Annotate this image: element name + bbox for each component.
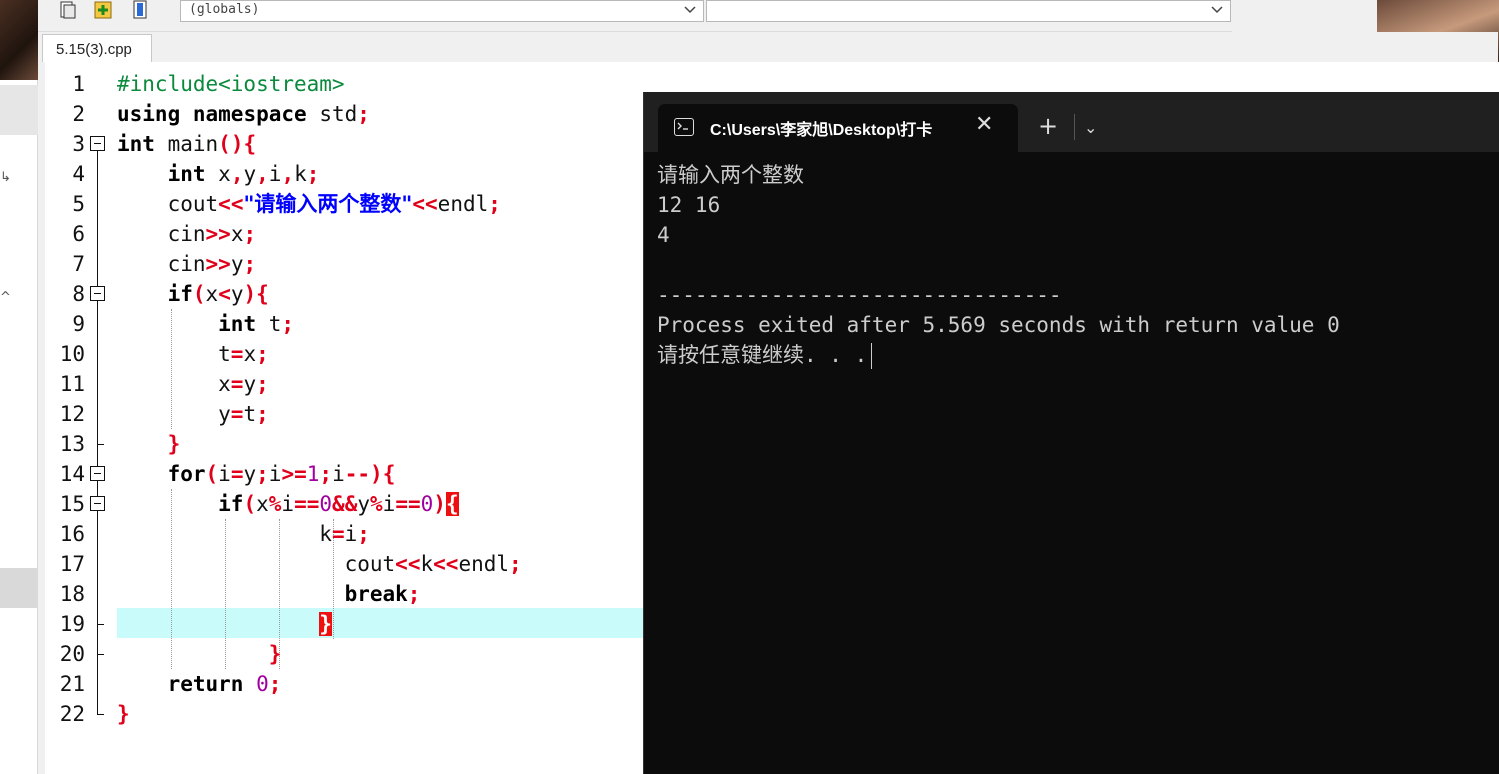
background-caret-icon: ^: [0, 290, 11, 305]
code-line[interactable]: }: [117, 429, 181, 459]
chevron-down-icon[interactable]: ⌄: [1084, 118, 1097, 137]
line-number: 6: [72, 222, 85, 246]
fold-end-tick: [97, 654, 104, 655]
fold-toggle-icon[interactable]: [90, 496, 105, 511]
bookmark-icon[interactable]: [128, 0, 152, 20]
line-number: 22: [59, 702, 85, 726]
line-number: 16: [59, 522, 85, 546]
project-icon[interactable]: [56, 0, 80, 20]
terminal-line: --------------------------------: [657, 283, 1062, 307]
background-window-strip: ↳ ^: [0, 0, 38, 774]
fold-guide: [97, 151, 98, 715]
line-number: 20: [59, 642, 85, 666]
line-number: 8: [72, 282, 85, 306]
fold-end-tick: [97, 624, 104, 625]
terminal-line: 4: [657, 223, 670, 247]
desktop: ↳ ^ (globals) 5.15(3).cpp 1 2 3 4 5 6 7 …: [0, 0, 1499, 774]
code-line[interactable]: using namespace std;: [117, 99, 370, 129]
text-cursor: [871, 343, 873, 369]
code-line[interactable]: if(x%i==0&&y%i==0){: [117, 489, 459, 519]
line-number: 2: [72, 102, 85, 126]
line-number: 15: [59, 492, 85, 516]
terminal-prompt-line: 请按任意键继续. . .: [657, 340, 1499, 370]
code-line[interactable]: }: [117, 699, 130, 729]
terminal-line: 请输入两个整数: [657, 163, 804, 187]
close-icon[interactable]: ✕: [975, 112, 993, 137]
line-number: 11: [59, 372, 85, 396]
chevron-down-icon: [1210, 3, 1224, 22]
terminal-line: 请按任意键继续. . .: [657, 343, 868, 367]
line-number: 21: [59, 672, 85, 696]
editor-tabbar: 5.15(3).cpp: [38, 32, 1498, 62]
background-arrow-icon: ↳: [0, 170, 11, 185]
code-line[interactable]: cin>>y;: [117, 249, 257, 279]
code-line[interactable]: }: [117, 639, 282, 669]
terminal-tab-title: C:\Users\李家旭\Desktop\打卡: [710, 122, 933, 139]
fold-end-tick: [97, 444, 104, 445]
code-line[interactable]: int main(){: [117, 129, 256, 159]
scope-combo[interactable]: (globals): [180, 0, 704, 22]
code-line[interactable]: int x,y,i,k;: [117, 159, 320, 189]
code-line[interactable]: cout<<k<<endl;: [117, 549, 522, 579]
terminal-titlebar: C:\Users\李家旭\Desktop\打卡 ✕ + ⌄: [644, 92, 1499, 152]
plus-icon[interactable]: +: [1038, 112, 1058, 140]
code-line[interactable]: y=t;: [117, 399, 269, 429]
code-line[interactable]: for(i=y;i>=1;i--){: [117, 459, 396, 489]
chevron-down-icon: [683, 3, 697, 22]
code-line[interactable]: cout<<"请输入两个整数"<<endl;: [117, 189, 501, 219]
line-number: 4: [72, 162, 85, 186]
background-selected-band: [0, 568, 38, 608]
background-panel: [0, 85, 38, 135]
terminal-window[interactable]: C:\Users\李家旭\Desktop\打卡 ✕ + ⌄ 请输入两个整数 12…: [643, 92, 1499, 774]
ide-toolbar: (globals): [38, 0, 1232, 32]
line-number: 5: [72, 192, 85, 216]
code-line[interactable]: k=i;: [117, 519, 370, 549]
terminal-output[interactable]: 请输入两个整数 12 16 4 ------------------------…: [644, 152, 1499, 774]
line-number: 18: [59, 582, 85, 606]
code-line[interactable]: break;: [117, 579, 421, 609]
code-line[interactable]: }: [117, 609, 332, 639]
member-combo[interactable]: [706, 0, 1231, 22]
code-line[interactable]: cin>>x;: [117, 219, 257, 249]
line-number: 17: [59, 552, 85, 576]
fold-toggle-icon[interactable]: [90, 286, 105, 301]
code-line[interactable]: #include<iostream>: [117, 69, 345, 99]
code-line[interactable]: t=x;: [117, 339, 269, 369]
line-gutter: 1 2 3 4 5 6 7 8 9 10 11 12 13 14 15 16 1…: [45, 62, 115, 774]
line-number: 10: [59, 342, 85, 366]
terminal-icon: [674, 118, 694, 136]
titlebar-divider: [1074, 114, 1075, 140]
fold-end-tick: [97, 714, 104, 715]
terminal-tab[interactable]: C:\Users\李家旭\Desktop\打卡 ✕: [658, 104, 1018, 152]
code-line[interactable]: return 0;: [117, 669, 282, 699]
code-line[interactable]: int t;: [117, 309, 294, 339]
code-line[interactable]: x=y;: [117, 369, 269, 399]
line-number: 1: [72, 72, 85, 96]
line-number: 12: [59, 402, 85, 426]
tab-file[interactable]: 5.15(3).cpp: [42, 34, 152, 62]
fold-toggle-icon[interactable]: [90, 466, 105, 481]
terminal-line: 12 16: [657, 193, 721, 217]
line-number: 19: [59, 612, 85, 636]
code-line[interactable]: if(x<y){: [117, 279, 269, 309]
scope-combo-value: (globals): [189, 2, 260, 17]
line-number: 13: [59, 432, 85, 456]
add-icon[interactable]: [93, 0, 117, 20]
line-number: 14: [59, 462, 85, 486]
line-number: 7: [72, 252, 85, 276]
line-number: 9: [72, 312, 85, 336]
fold-toggle-icon[interactable]: [90, 136, 105, 151]
line-number: 3: [72, 132, 85, 156]
background-photo: [0, 0, 38, 80]
terminal-line: Process exited after 5.569 seconds with …: [657, 313, 1340, 337]
